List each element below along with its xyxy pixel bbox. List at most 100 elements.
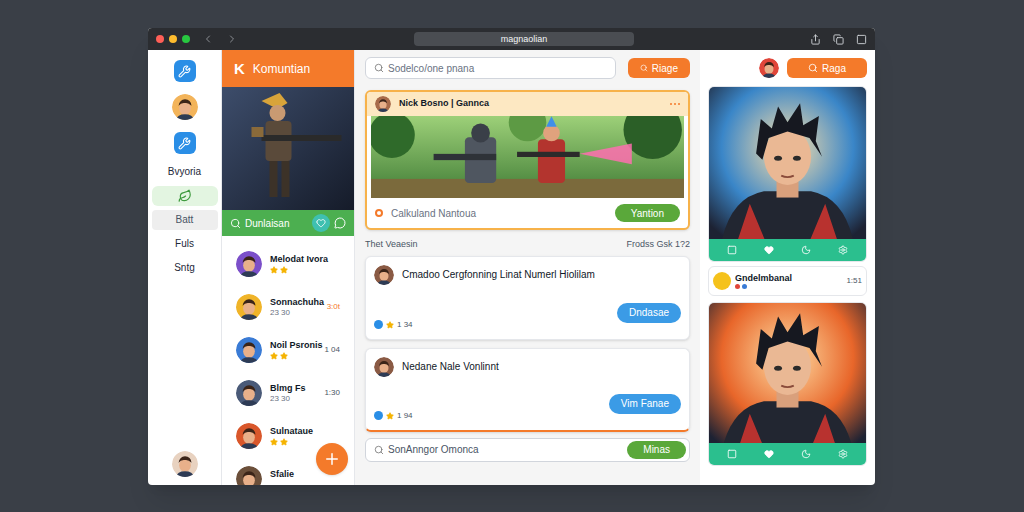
star-icon	[270, 266, 278, 274]
profile-dot-icon	[713, 272, 731, 290]
forward-icon[interactable]	[226, 33, 238, 45]
search-icon	[374, 63, 384, 73]
heart-icon[interactable]	[764, 449, 774, 459]
plus-icon	[323, 450, 341, 468]
contact-row[interactable]: Sonnachuha23 303:0t	[222, 285, 354, 328]
feature-bar[interactable]: Dunlaisan	[222, 210, 354, 236]
square-icon[interactable]	[727, 245, 737, 255]
hero-image	[222, 87, 354, 210]
contacts-panel: K Komuntian Dunlaisan Melodat IvoraSonnachu…	[222, 50, 355, 485]
reply-button[interactable]: Vim Fanae	[609, 394, 681, 414]
heart-icon[interactable]	[312, 214, 330, 232]
app-body: Bvyoria Batt Fuls Sntg K Komuntian Dunlaisan Me…	[148, 50, 875, 485]
sidebar-item[interactable]	[152, 186, 218, 206]
zoom-button[interactable]	[182, 35, 190, 43]
star-icon	[270, 352, 278, 360]
star-icon	[280, 266, 288, 274]
tool-icon	[174, 132, 196, 154]
reaction-icon[interactable]	[374, 411, 383, 420]
sidebar-item[interactable]: Sntg	[152, 258, 218, 278]
title-bar: magnaolian	[148, 28, 875, 50]
star-icon	[270, 438, 278, 446]
browser-window: magnaolian Bvyoria Batt Fuls Sntg K Komuntian D…	[148, 28, 875, 485]
game-scene-image	[371, 116, 684, 198]
add-button[interactable]	[316, 443, 348, 475]
header-button[interactable]: Raga	[787, 58, 867, 78]
star-icon	[280, 352, 288, 360]
contact-time: 3:0t	[327, 301, 340, 313]
contact-avatar-icon	[236, 294, 262, 320]
sidebar-item[interactable]: Fuls	[152, 234, 218, 254]
profile-row[interactable]: Gndelmbanal1:51	[708, 266, 867, 296]
address-bar[interactable]: magnaolian	[414, 32, 634, 46]
post-header: Nick Bosno | Gannca	[367, 92, 688, 116]
profile-icon	[172, 451, 198, 477]
square-icon[interactable]	[727, 449, 737, 459]
contact-row[interactable]: Noil Psronis1 04	[222, 328, 354, 371]
sidebar-toggle-icon[interactable]	[856, 34, 867, 45]
settings-icon[interactable]	[838, 245, 848, 255]
badge-icon	[742, 284, 747, 289]
contact-avatar-icon	[236, 423, 262, 449]
share-icon[interactable]	[810, 34, 821, 45]
more-icon[interactable]	[670, 103, 680, 105]
post-button[interactable]: Yantion	[615, 204, 680, 222]
contact-avatar-icon	[236, 466, 262, 486]
hero-banner	[222, 87, 354, 210]
search-field[interactable]: Sodelco/one pnana	[365, 57, 616, 79]
sidebar: Bvyoria Batt Fuls Sntg	[148, 50, 222, 485]
star-icon[interactable]	[386, 412, 394, 420]
comment-field[interactable]: Calkuland Nantoua	[391, 206, 607, 221]
message-avatar-icon	[374, 357, 394, 377]
star-icon[interactable]	[386, 321, 394, 329]
post-card: Nick Bosno | Gannca Calkuland Nantoua Yant…	[365, 90, 690, 230]
search-button[interactable]: Riage	[628, 58, 690, 78]
profile-avatar[interactable]	[172, 451, 198, 477]
message-card: Nedane Nale Vonlinnt1 94Vim Fanae	[365, 348, 690, 432]
mascot-icon	[759, 58, 779, 78]
post-image	[371, 116, 684, 198]
chat-icon[interactable]	[334, 217, 346, 229]
brand-logo: K	[234, 61, 245, 76]
moon-icon[interactable]	[801, 245, 811, 255]
leaf-icon	[178, 189, 192, 203]
reaction-icon[interactable]	[374, 320, 383, 329]
contact-row[interactable]: Blmg Fs23 301:30	[222, 371, 354, 414]
brand-name: Komuntian	[253, 60, 310, 78]
heart-icon[interactable]	[764, 245, 774, 255]
tool-icon	[174, 60, 196, 82]
sidebar-item[interactable]: Bvyoria	[152, 162, 218, 182]
minimize-button[interactable]	[169, 35, 177, 43]
reply-button[interactable]: Dndasae	[617, 303, 681, 323]
profile-card[interactable]	[708, 302, 867, 466]
search-row: Sodelco/one pnana Riage	[365, 50, 690, 86]
settings-icon[interactable]	[838, 449, 848, 459]
search-icon	[230, 218, 241, 229]
main-feed: Sodelco/one pnana Riage Nick Bosno | Gannc…	[355, 50, 700, 485]
close-button[interactable]	[156, 35, 164, 43]
contact-row[interactable]: Melodat Ivora	[222, 242, 354, 285]
sidebar-item[interactable]	[148, 90, 221, 124]
portrait-image	[709, 303, 866, 443]
sidebar-item[interactable]	[148, 128, 221, 158]
comment-icon	[375, 209, 383, 217]
composer-field[interactable]: SonAnngor Omonca	[388, 442, 623, 457]
sidebar-item[interactable]: Batt	[152, 210, 218, 230]
tabs-icon[interactable]	[833, 34, 844, 45]
composer-button[interactable]: Minas	[627, 441, 686, 459]
brand-header: K Komuntian	[222, 50, 354, 87]
right-header: Raga	[708, 50, 867, 86]
profile-card[interactable]	[708, 86, 867, 262]
moon-icon[interactable]	[801, 449, 811, 459]
contact-time: 1:30	[324, 387, 340, 399]
sidebar-item[interactable]	[148, 56, 221, 86]
author-avatar-icon	[375, 96, 391, 112]
contact-time: 1 04	[324, 344, 340, 356]
card-action-bar	[709, 443, 866, 465]
window-controls	[156, 35, 190, 43]
avatar-icon	[172, 94, 198, 120]
message-card: Cmadoo Cergfonning Linat Numerl Hiolilam…	[365, 256, 690, 340]
back-icon[interactable]	[202, 33, 214, 45]
contact-avatar-icon	[236, 251, 262, 277]
right-panel: Raga Gndelmbanal1:51	[700, 50, 875, 485]
